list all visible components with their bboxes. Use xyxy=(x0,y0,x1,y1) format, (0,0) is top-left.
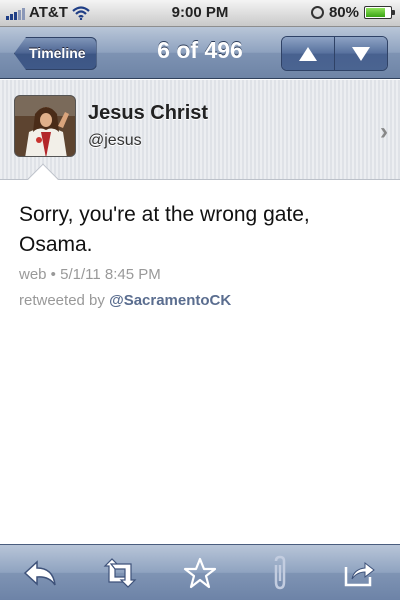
profile-handle: @jesus xyxy=(88,132,142,149)
bottom-toolbar xyxy=(0,544,400,600)
retweet-prefix: retweeted by xyxy=(19,292,105,309)
status-bar: AT&T 9:00 PM 80% xyxy=(0,0,400,27)
profile-header[interactable]: Jesus Christ @jesus › xyxy=(0,80,400,180)
reply-button[interactable] xyxy=(10,550,70,596)
retweet-icon xyxy=(103,557,137,588)
retweet-user-link[interactable]: @SacramentoCK xyxy=(109,292,231,309)
star-icon xyxy=(183,557,217,588)
battery-icon xyxy=(364,6,395,19)
retweet-line: retweeted by @SacramentoCK xyxy=(19,292,231,309)
paperclip-icon xyxy=(274,555,286,589)
share-button[interactable] xyxy=(330,550,390,596)
status-right: 80% xyxy=(310,4,395,21)
prev-next-segmented-control xyxy=(281,36,388,71)
timeline-back-button[interactable]: Timeline xyxy=(14,37,97,70)
tweet-text: Sorry, you're at the wrong gate, Osama. xyxy=(19,203,310,256)
avatar-image xyxy=(15,96,75,156)
retweet-button[interactable] xyxy=(90,550,150,596)
rotation-lock-icon xyxy=(310,6,324,19)
arrow-down-icon xyxy=(352,46,370,61)
chevron-right-icon[interactable]: › xyxy=(380,118,388,146)
tweet-meta: web • 5/1/11 8:45 PM xyxy=(19,266,161,283)
attach-button[interactable] xyxy=(250,550,310,596)
avatar[interactable] xyxy=(14,95,76,157)
reply-icon xyxy=(23,559,56,586)
previous-tweet-button[interactable] xyxy=(282,37,334,70)
battery-fill xyxy=(366,8,386,17)
battery-percent: 80% xyxy=(328,4,359,21)
profile-name: Jesus Christ xyxy=(88,102,209,124)
arrow-up-icon xyxy=(299,46,317,61)
share-icon xyxy=(344,561,375,586)
favorite-button[interactable] xyxy=(170,550,230,596)
page-title: 6 of 496 xyxy=(157,37,243,63)
navigation-bar: Timeline 6 of 496 xyxy=(0,27,400,79)
next-tweet-button[interactable] xyxy=(334,37,387,70)
